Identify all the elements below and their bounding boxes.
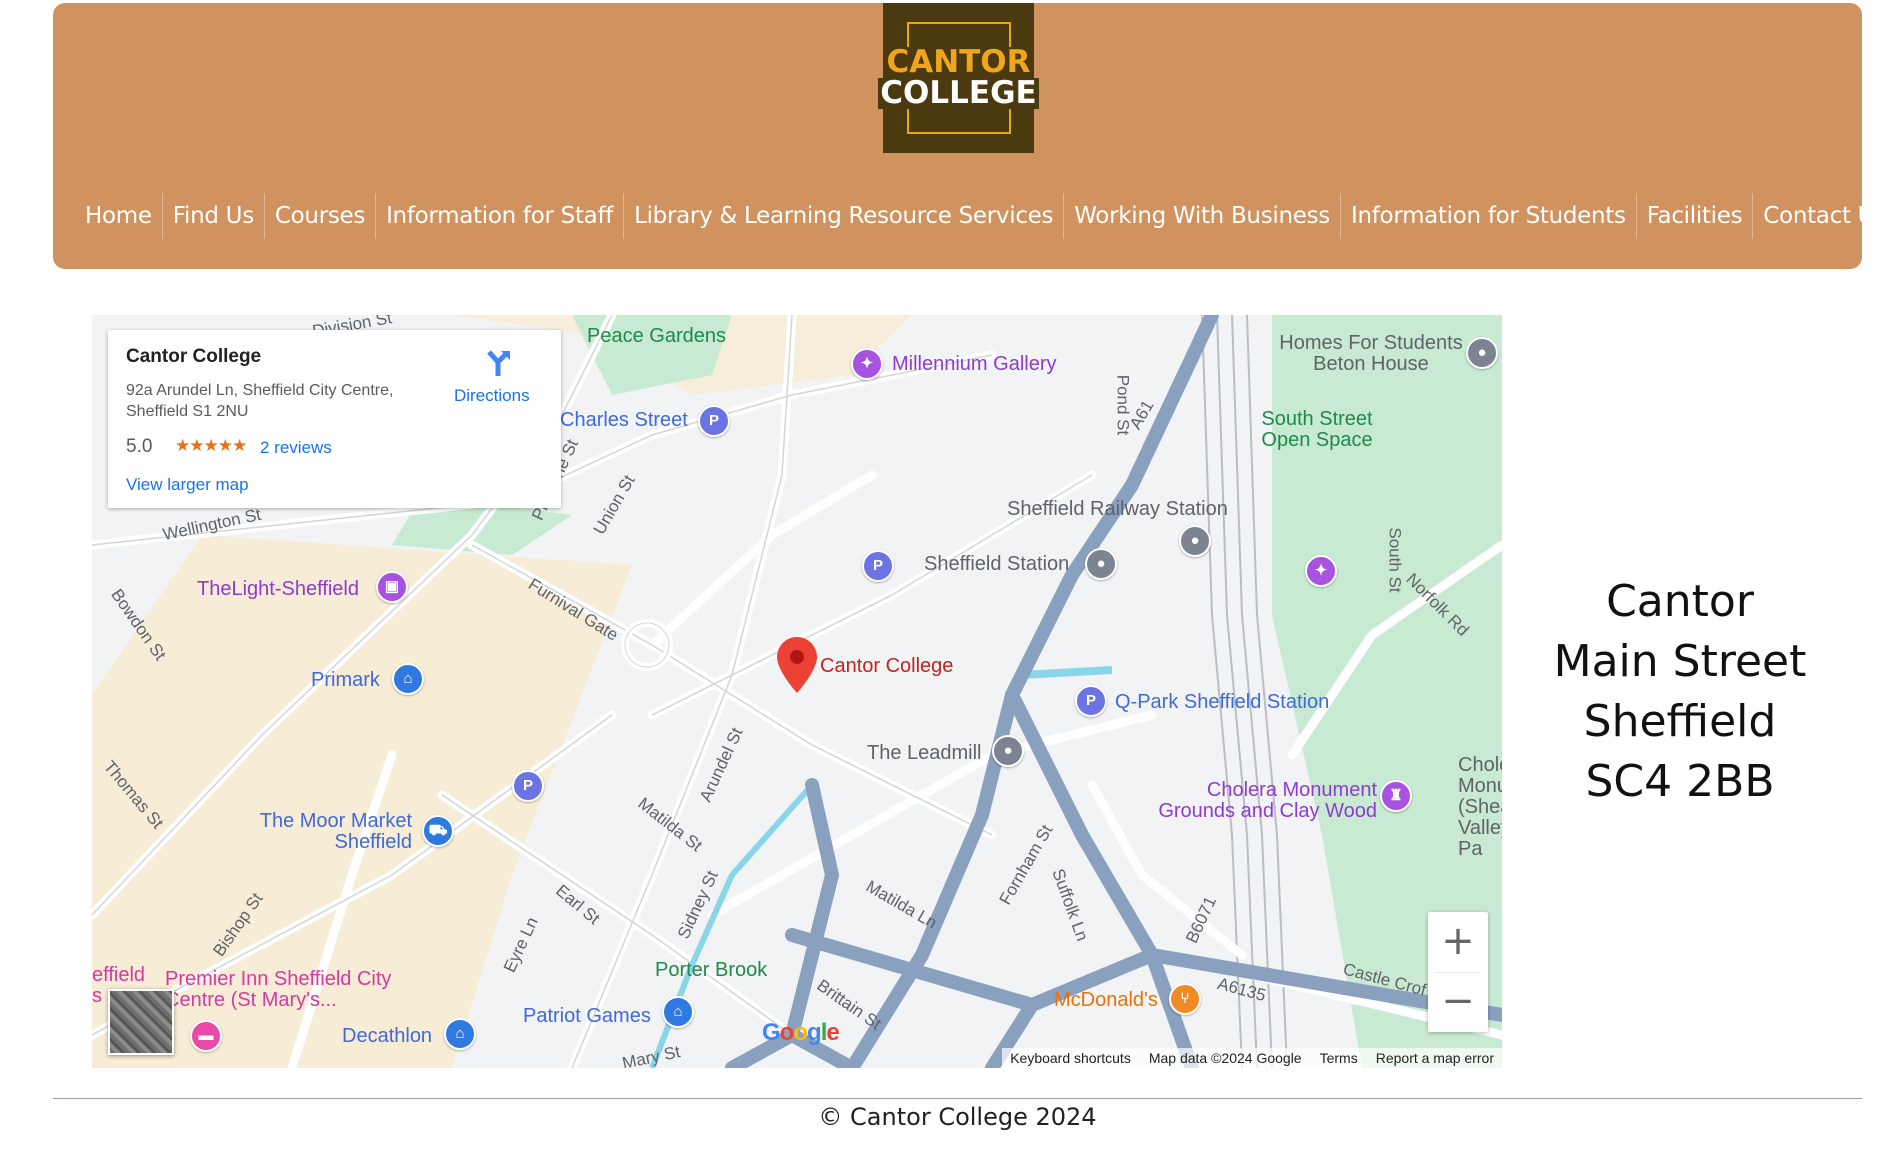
embedded-map[interactable]: Peace Gardens Millennium Gallery ✦ Charl… (92, 315, 1502, 1068)
view-larger-map-link[interactable]: View larger map (126, 475, 249, 495)
store-pin-icon[interactable]: ⌂ (662, 996, 694, 1028)
place-title: Cantor College (126, 346, 262, 367)
label-south-street-open-space: South Street Open Space (1261, 408, 1373, 451)
label-cholera-partial: Choler Monum (Shea Valley Pa (1458, 755, 1502, 860)
nav-home[interactable]: Home (75, 193, 162, 239)
nav-information-for-students[interactable]: Information for Students (1339, 193, 1636, 239)
nav-information-for-staff[interactable]: Information for Staff (375, 193, 623, 239)
main-nav: Home Find Us Courses Information for Sta… (75, 191, 1879, 241)
google-logo: Google (762, 1019, 840, 1046)
zoom-in-button[interactable]: + (1428, 912, 1488, 972)
label-premier-inn: Premier Inn Sheffield City Centre (St Ma… (165, 968, 392, 1011)
place-pin-icon[interactable]: ● (1466, 337, 1498, 369)
directions-icon[interactable] (483, 348, 513, 378)
nav-working-with-business[interactable]: Working With Business (1063, 193, 1340, 239)
reviews-link[interactable]: 2 reviews (260, 438, 332, 458)
address-line-3: Sheffield (1583, 696, 1777, 747)
label-peace-gardens: Peace Gardens (587, 325, 726, 347)
monument-pin-icon[interactable]: ♜ (1380, 780, 1412, 812)
terms-link[interactable]: Terms (1320, 1050, 1358, 1066)
hotel-pin-icon[interactable]: ▬ (190, 1020, 222, 1052)
label-millennium-gallery: Millennium Gallery (892, 353, 1057, 375)
keyboard-shortcuts-link[interactable]: Keyboard shortcuts (1010, 1050, 1131, 1066)
zoom-controls: + − (1428, 912, 1488, 1032)
location-marker-icon[interactable] (777, 637, 817, 693)
store-pin-icon-2[interactable]: ⌂ (444, 1018, 476, 1050)
venue-pin-icon[interactable]: ● (992, 735, 1024, 767)
station-pin-icon[interactable]: ● (1179, 525, 1211, 557)
map-attribution: Keyboard shortcuts Map data ©2024 Google… (1002, 1048, 1502, 1068)
place-info-card: Cantor College 92a Arundel Ln, Sheffield… (108, 330, 561, 508)
label-primark: Primark (311, 669, 380, 691)
label-moor-market: The Moor Market Sheffield (259, 810, 412, 853)
attraction-pin-icon[interactable]: ✦ (1305, 555, 1337, 587)
address-line-2: Main Street (1553, 636, 1807, 687)
shopping-pin-icon[interactable]: ⌂ (392, 663, 424, 695)
logo-text-line2: COLLEGE (878, 75, 1039, 111)
label-charles-street: Charles Street (560, 409, 688, 431)
logo-text-line1: CANTOR (884, 44, 1033, 80)
footer-copyright: © Cantor College 2024 (818, 1103, 1097, 1131)
satellite-toggle[interactable] (108, 989, 174, 1055)
label-sheffield-railway-station: Sheffield Railway Station (1007, 498, 1228, 520)
parking-pin-icon-2[interactable]: P (862, 550, 894, 582)
report-map-error-link[interactable]: Report a map error (1376, 1050, 1494, 1066)
college-address: Cantor Main Street Sheffield SC4 2BB (1530, 572, 1830, 812)
site-header: CANTOR COLLEGE Home Find Us Courses Info… (53, 3, 1879, 269)
marker-label: Cantor College (820, 655, 954, 677)
parking-pin-icon[interactable]: P (698, 405, 730, 437)
place-rating: 5.0 (126, 436, 153, 457)
nav-contact-us[interactable]: Contact Us (1752, 193, 1879, 239)
zoom-out-button[interactable]: − (1428, 972, 1488, 1032)
label-homes-for-students: Homes For Students Beton House (1279, 332, 1463, 375)
parking-pin-icon-4[interactable]: P (512, 770, 544, 802)
college-logo[interactable]: CANTOR COLLEGE (878, 3, 1039, 153)
label-decathlon: Decathlon (342, 1025, 433, 1047)
museum-pin-icon[interactable]: ✦ (851, 348, 883, 380)
label-thelight: TheLight-Sheffield (197, 578, 359, 600)
parking-pin-icon-3[interactable]: P (1075, 685, 1107, 717)
directions-link[interactable]: Directions (454, 386, 530, 406)
footer-divider (53, 1098, 1862, 1099)
cinema-pin-icon[interactable]: ▣ (376, 571, 408, 603)
street-pond-st: Pond St (1113, 374, 1133, 436)
logo-frame: CANTOR COLLEGE (878, 22, 1039, 134)
rating-stars-icon: ★★★★★ (175, 436, 247, 455)
label-leadmill: The Leadmill (867, 742, 982, 764)
address-line-4: SC4 2BB (1585, 756, 1775, 807)
station-pin-icon-2[interactable]: ● (1085, 548, 1117, 580)
nav-find-us[interactable]: Find Us (161, 193, 264, 239)
place-address: 92a Arundel Ln, Sheffield City Centre, S… (126, 382, 394, 420)
label-patriot-games: Patriot Games (523, 1005, 651, 1027)
label-sheffield-station: Sheffield Station (924, 553, 1070, 575)
label-q-park: Q-Park Sheffield Station (1115, 691, 1330, 713)
address-line-1: Cantor (1606, 576, 1754, 627)
label-porter-brook: Porter Brook (655, 959, 768, 981)
nav-facilities[interactable]: Facilities (1635, 193, 1753, 239)
map-data-text: Map data ©2024 Google (1148, 1050, 1302, 1066)
market-pin-icon[interactable]: ⛟ (422, 815, 454, 847)
label-cholera-monument: Cholera Monument Grounds and Clay Wood (1158, 779, 1377, 822)
nav-courses[interactable]: Courses (263, 193, 375, 239)
label-mcdonalds: McDonald's (1054, 989, 1158, 1011)
nav-library[interactable]: Library & Learning Resource Services (623, 193, 1063, 239)
restaurant-pin-icon[interactable]: ⑂ (1169, 983, 1201, 1015)
